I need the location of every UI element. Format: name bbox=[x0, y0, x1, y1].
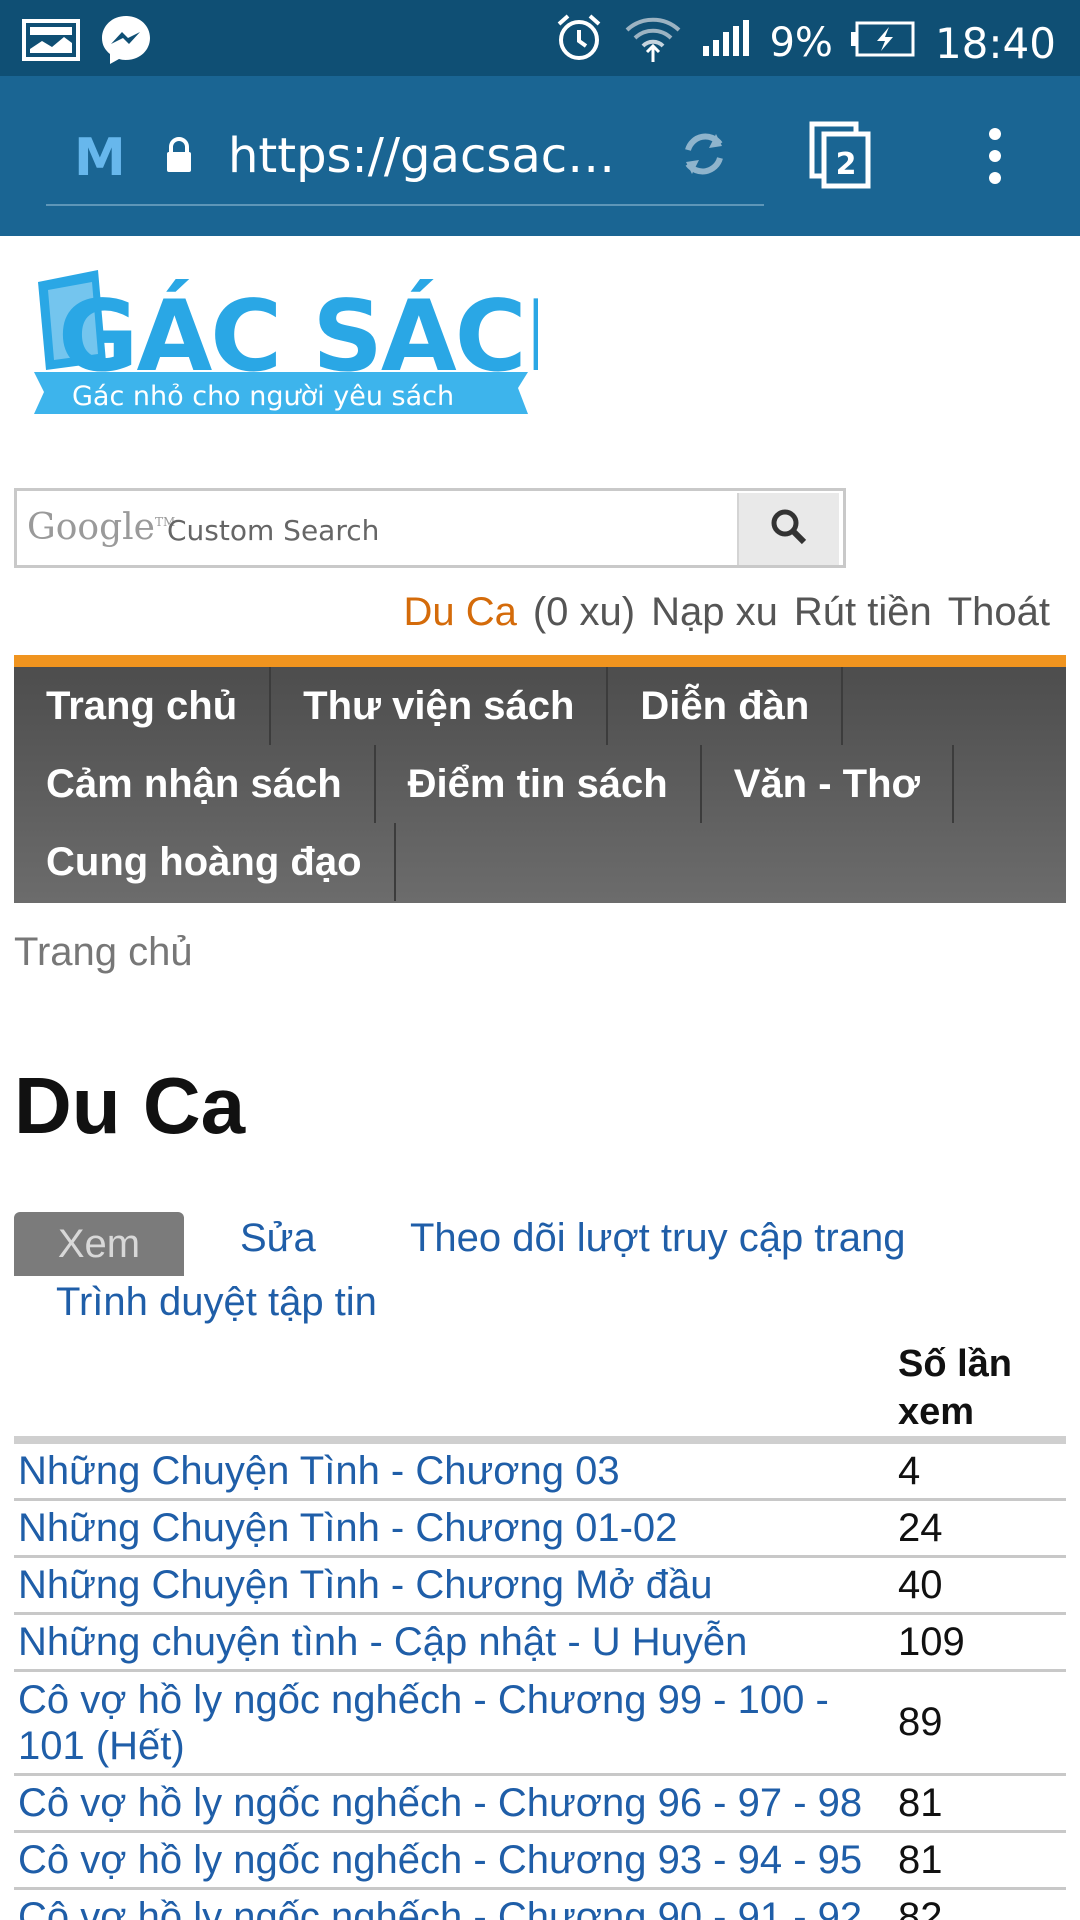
table-row: Cô vợ hồ ly ngốc nghếch - Chương 93 - 94… bbox=[14, 1833, 1066, 1890]
row-title-link[interactable]: Cô vợ hồ ly ngốc nghếch - Chương 99 - 10… bbox=[14, 1677, 898, 1769]
row-title-link[interactable]: Những Chuyện Tình - Chương 01-02 bbox=[14, 1505, 898, 1551]
topup-link[interactable]: Nạp xu bbox=[651, 590, 778, 635]
tabs-switcher-icon[interactable]: 2 bbox=[808, 120, 874, 195]
battery-charging-icon bbox=[850, 19, 917, 67]
main-navigation: Trang chủ Thư viện sách Diễn đàn Cảm nhậ… bbox=[14, 655, 1066, 903]
view-count-header: Số lần xem bbox=[898, 1343, 1013, 1433]
logo-tagline: Gác nhỏ cho người yêu sách bbox=[72, 381, 454, 412]
search-button[interactable] bbox=[737, 493, 839, 565]
url-text[interactable]: https://gacsach.com/... bbox=[228, 128, 628, 184]
signal-icon bbox=[701, 18, 751, 68]
row-title-link[interactable]: Những Chuyện Tình - Chương Mở đầu bbox=[14, 1562, 898, 1608]
battery-percent: 9% bbox=[769, 20, 833, 66]
row-view-count: 81 bbox=[898, 1780, 943, 1825]
table-row: Những Chuyện Tình - Chương Mở đầu 40 bbox=[14, 1558, 1066, 1615]
row-view-count: 40 bbox=[898, 1562, 943, 1607]
page-title: Du Ca bbox=[14, 1061, 246, 1150]
tab-count: 2 bbox=[836, 147, 857, 182]
row-title-link[interactable]: Cô vợ hồ ly ngốc nghếch - Chương 90 - 91… bbox=[14, 1894, 898, 1920]
row-view-count: 24 bbox=[898, 1505, 943, 1550]
search-icon bbox=[769, 507, 809, 552]
nav-book-news[interactable]: Điểm tin sách bbox=[376, 745, 702, 823]
nav-library[interactable]: Thư viện sách bbox=[271, 667, 609, 745]
site-favicon-icon: M bbox=[74, 128, 126, 188]
overflow-menu-icon[interactable] bbox=[985, 126, 1005, 191]
site-logo[interactable]: GÁC SÁCH Gác nhỏ cho người yêu sách bbox=[28, 262, 607, 432]
user-bar: Du Ca (0 xu) Nạp xu Rút tiền Thoát bbox=[403, 590, 1050, 635]
lock-icon[interactable] bbox=[164, 136, 194, 181]
coin-balance: (0 xu) bbox=[532, 590, 636, 634]
withdraw-link[interactable]: Rút tiền bbox=[794, 590, 932, 635]
username-link[interactable]: Du Ca bbox=[403, 590, 516, 635]
search-box: GoogleTM Custom Search bbox=[14, 488, 846, 568]
address-bar[interactable]: M https://gacsach.com/... bbox=[46, 106, 764, 206]
row-view-count: 109 bbox=[898, 1619, 965, 1664]
alarm-icon bbox=[553, 12, 605, 74]
row-view-count: 89 bbox=[898, 1700, 943, 1744]
wifi-icon bbox=[623, 12, 683, 74]
row-title-link[interactable]: Cô vợ hồ ly ngốc nghếch - Chương 96 - 97… bbox=[14, 1780, 898, 1826]
messenger-icon bbox=[98, 12, 154, 73]
search-input[interactable] bbox=[25, 501, 735, 557]
table-header: Số lần xem bbox=[14, 1336, 1066, 1444]
breadcrumb[interactable]: Trang chủ bbox=[14, 930, 193, 975]
table-row: Cô vợ hồ ly ngốc nghếch - Chương 96 - 97… bbox=[14, 1776, 1066, 1833]
table-row: Những Chuyện Tình - Chương 01-02 24 bbox=[14, 1501, 1066, 1558]
row-view-count: 4 bbox=[898, 1448, 921, 1493]
nav-zodiac[interactable]: Cung hoàng đạo bbox=[14, 823, 396, 901]
row-title-link[interactable]: Cô vợ hồ ly ngốc nghếch - Chương 93 - 94… bbox=[14, 1837, 898, 1883]
row-title-link[interactable]: Những Chuyện Tình - Chương 03 bbox=[14, 1448, 898, 1494]
tab-edit[interactable]: Sửa bbox=[240, 1216, 316, 1261]
tab-file-browser[interactable]: Trình duyệt tập tin bbox=[56, 1280, 377, 1325]
gallery-notification-icon bbox=[22, 19, 80, 66]
nav-literature-poetry[interactable]: Văn - Thơ bbox=[702, 745, 954, 823]
nav-home[interactable]: Trang chủ bbox=[14, 667, 272, 745]
tab-view[interactable]: Xem bbox=[14, 1212, 184, 1276]
nav-forum[interactable]: Diễn đàn bbox=[608, 667, 844, 745]
tab-track-visits[interactable]: Theo dõi lượt truy cập trang bbox=[410, 1216, 905, 1261]
view-count-table: Số lần xem Những Chuyện Tình - Chương 03… bbox=[14, 1336, 1066, 1920]
nav-book-reviews[interactable]: Cảm nhận sách bbox=[14, 745, 376, 823]
browser-toolbar: M https://gacsach.com/... 2 bbox=[0, 76, 1080, 236]
row-view-count: 81 bbox=[898, 1837, 943, 1882]
row-title-link[interactable]: Những chuyện tình - Cập nhật - U Huyễn bbox=[14, 1619, 898, 1665]
logout-link[interactable]: Thoát bbox=[948, 590, 1050, 635]
status-bar: 9% 18:40 bbox=[0, 0, 1080, 76]
table-row: Cô vợ hồ ly ngốc nghếch - Chương 90 - 91… bbox=[14, 1890, 1066, 1920]
table-row: Cô vợ hồ ly ngốc nghếch - Chương 99 - 10… bbox=[14, 1672, 1066, 1776]
table-row: Những chuyện tình - Cập nhật - U Huyễn 1… bbox=[14, 1615, 1066, 1672]
row-view-count: 82 bbox=[898, 1894, 943, 1920]
table-row: Những Chuyện Tình - Chương 03 4 bbox=[14, 1444, 1066, 1501]
clock: 18:40 bbox=[934, 18, 1056, 68]
reload-icon[interactable] bbox=[676, 126, 732, 187]
